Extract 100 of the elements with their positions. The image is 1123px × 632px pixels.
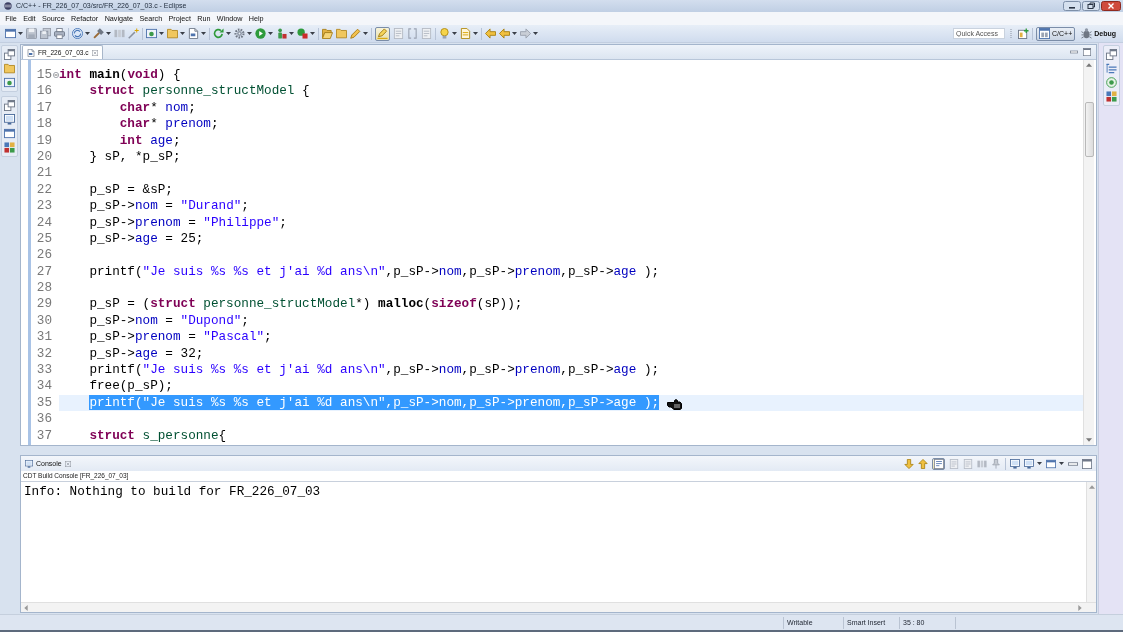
dropdown-caret-icon[interactable]	[512, 32, 517, 35]
monitor-icon[interactable]	[1024, 458, 1034, 469]
dropdown-caret-icon[interactable]	[363, 32, 368, 35]
open-folder-icon[interactable]	[322, 28, 333, 39]
code-line: p_sP = (struct personne_structModel*) malloc(sizeof(sP));	[88, 296, 523, 313]
console-output: Info: Nothing to build for FR_226_07_03	[24, 485, 322, 499]
window-icon[interactable]	[1046, 458, 1056, 469]
dropdown-caret-icon[interactable]	[1037, 462, 1042, 465]
dropdown-caret-icon[interactable]	[106, 32, 111, 35]
line-number: 23	[35, 198, 52, 215]
vertical-scrollbar[interactable]	[1086, 482, 1096, 602]
folder-icon[interactable]	[336, 28, 347, 39]
line-number: 24	[35, 214, 52, 231]
line-number: 17	[35, 99, 52, 117]
code-line: p_sP->nom = "Durand";	[88, 198, 249, 215]
console-toggle-button[interactable]	[932, 457, 945, 470]
code-line: int age;	[118, 132, 181, 149]
document-lines-icon	[933, 458, 944, 469]
dropdown-caret-icon[interactable]	[1059, 462, 1064, 465]
highlight-toggle-button[interactable]	[375, 26, 390, 41]
monitor-icon[interactable]	[1010, 458, 1020, 469]
monitor-icon[interactable]	[4, 114, 15, 125]
dropdown-caret-icon[interactable]	[18, 32, 23, 35]
panel-icon[interactable]	[146, 28, 157, 39]
folder-icon[interactable]	[4, 63, 15, 74]
bug-icon	[1081, 28, 1093, 39]
scroll-up-icon[interactable]	[1086, 63, 1092, 67]
line-number: 36	[35, 411, 52, 428]
wand-icon[interactable]	[128, 28, 139, 39]
code-line: printf("Je suis %s %s et j'ai %d ans\n",p_sP->nom,p_sP->prenom,p_sP->age );	[88, 263, 660, 281]
line-number: 35	[35, 394, 52, 412]
scroll-up-icon[interactable]	[1088, 485, 1095, 489]
dropdown-caret-icon[interactable]	[473, 32, 478, 35]
grid-icon[interactable]	[1105, 91, 1117, 102]
code-line: p_sP->age = 32;	[88, 345, 204, 363]
gear-icon[interactable]	[234, 28, 245, 39]
line-number: 32	[35, 345, 52, 363]
line-number: 30	[35, 312, 52, 330]
dropdown-caret-icon[interactable]	[180, 32, 185, 35]
dropdown-caret-icon[interactable]	[268, 32, 273, 35]
highlighter-icon	[377, 28, 388, 39]
maximize-icon[interactable]	[1083, 48, 1091, 56]
cycle-icon[interactable]	[72, 28, 83, 39]
line-number: 37	[35, 427, 52, 444]
code-line: printf("Je suis %s %s et j'ai %d ans\n",p_sP->nom,p_sP->prenom,p_sP->age );	[88, 362, 660, 379]
target-icon[interactable]	[1105, 77, 1117, 88]
up-arrow-icon[interactable]	[918, 458, 928, 469]
back-arrow-icon[interactable]	[485, 28, 496, 39]
scroll-left-icon[interactable]	[24, 604, 28, 611]
dropdown-caret-icon[interactable]	[452, 32, 457, 35]
line-number: 15	[35, 67, 52, 84]
code-line: } sP, *p_sP;	[88, 148, 181, 166]
window-icon[interactable]	[4, 128, 15, 139]
dropdown-caret-icon[interactable]	[201, 32, 206, 35]
scrollbar-thumb[interactable]	[1084, 102, 1094, 157]
dropdown-caret-icon[interactable]	[289, 32, 294, 35]
grid-icon[interactable]	[4, 142, 15, 153]
dropdown-caret-icon[interactable]	[85, 32, 90, 35]
scroll-down-icon[interactable]	[1086, 438, 1092, 442]
restore-icon[interactable]	[1105, 49, 1117, 60]
window-icon	[1039, 28, 1050, 39]
code-line: int main(void) {	[59, 67, 181, 84]
dropdown-caret-icon[interactable]	[533, 32, 538, 35]
dropdown-caret-icon[interactable]	[159, 32, 164, 35]
dropdown-caret-icon[interactable]	[247, 32, 252, 35]
line-number: 20	[35, 148, 52, 166]
collapse-icon[interactable]	[52, 72, 59, 79]
vertical-scrollbar[interactable]	[1083, 60, 1094, 445]
hand-cursor-icon	[667, 396, 683, 410]
maximize-icon[interactable]	[1082, 458, 1092, 469]
line-number: 34	[35, 378, 52, 395]
monitor-icon	[25, 459, 33, 468]
panel-icon[interactable]	[4, 77, 15, 88]
restore-window-icon[interactable]	[1082, 1, 1100, 11]
restore-icon[interactable]	[4, 49, 15, 60]
code-line: p_sP->nom = "Dupond";	[88, 312, 249, 330]
restore-icon[interactable]	[4, 100, 15, 111]
new-window-icon[interactable]	[5, 28, 16, 39]
figure-icon[interactable]	[276, 28, 287, 39]
dropdown-caret-icon[interactable]	[226, 32, 231, 35]
scroll-right-icon[interactable]	[1078, 604, 1082, 611]
dropdown-caret-icon[interactable]	[310, 32, 315, 35]
code-line: free(p_sP);	[88, 378, 173, 395]
outline-icon[interactable]	[1105, 63, 1117, 74]
code-line: char* prenom;	[118, 116, 219, 133]
close-icon[interactable]	[1101, 1, 1121, 11]
code-line: p_sP = &sP;	[88, 181, 173, 199]
line-number: 25	[35, 230, 52, 248]
print-icon[interactable]	[54, 28, 65, 39]
code-line: struct s_personne{	[88, 427, 227, 444]
minimize-icon[interactable]	[1063, 1, 1081, 11]
code-line: p_sP->prenom = "Philippe";	[88, 214, 287, 231]
down-arrow-icon[interactable]	[904, 458, 914, 469]
line-number: 26	[35, 247, 52, 264]
line-number: 33	[35, 362, 52, 379]
hammer-icon[interactable]	[93, 28, 104, 39]
file-icon[interactable]	[188, 28, 199, 39]
horizontal-scrollbar[interactable]	[21, 602, 1096, 612]
open-perspective-icon[interactable]	[1018, 28, 1029, 39]
save-all-icon[interactable]	[40, 28, 51, 39]
